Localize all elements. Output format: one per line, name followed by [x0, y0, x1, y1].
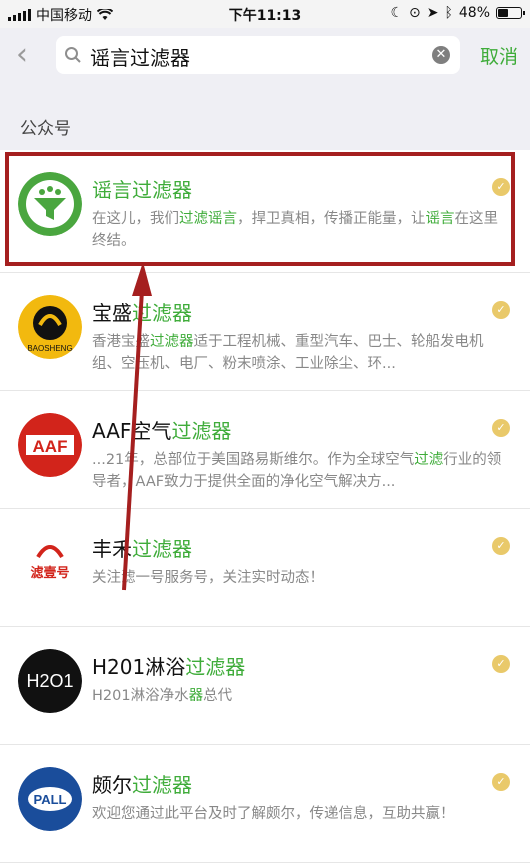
result-row[interactable]: H2O1 H201淋浴过滤器 H201淋浴净水器总代 ✓ — [0, 627, 530, 745]
pall-logo: PALL — [18, 767, 82, 831]
battery-percent: 48% — [458, 5, 490, 21]
svg-text:滤壹号: 滤壹号 — [30, 565, 69, 581]
result-name: H201淋浴过滤器 — [92, 651, 245, 680]
result-row[interactable]: AAF AAF空气过滤器 ...21年，总部位于美国路易斯维尔。作为全球空气过滤行业… — [0, 391, 530, 509]
name-prefix: H201淋浴 — [92, 655, 186, 679]
verified-icon: ✓ — [492, 178, 510, 196]
result-description: ...21年，总部位于美国路易斯维尔。作为全球空气过滤行业的领导者，AAF致力于… — [92, 452, 502, 490]
location-icon: ➤ — [426, 5, 439, 21]
result-description: 在这儿，我们过滤谣言，捍卫真相，传播正能量，让谣言在这里终结。 — [92, 211, 498, 249]
svg-text:AAF: AAF — [33, 437, 68, 456]
bluetooth-icon: ᛒ — [444, 5, 453, 21]
back-chevron-icon[interactable]: ‹ — [16, 40, 44, 70]
name-highlight: 过滤器 — [185, 655, 246, 679]
name-highlight: 过滤器 — [132, 773, 192, 797]
search-header: ‹ 谣言过滤器 ✕ 取消 — [0, 28, 530, 84]
name-highlight: 过滤器 — [132, 301, 192, 325]
result-list: 谣言过滤器 在这儿，我们过滤谣言，捍卫真相，传播正能量，让谣言在这里终结。 ✓ BAO… — [0, 150, 530, 863]
svg-text:H2O1: H2O1 — [26, 671, 73, 691]
verified-icon: ✓ — [492, 773, 510, 791]
verified-icon: ✓ — [492, 301, 510, 319]
result-row[interactable]: 滤壹号 丰禾过滤器关注滤一号服务号，关注实时动态！ ✓ — [0, 509, 530, 627]
result-row[interactable]: BAOSHENG 宝盛过滤器香港宝盛过滤器适于工程机械、重型汽车、巴士、轮船发电机… — [0, 273, 530, 391]
result-name: 谣言过滤器 — [92, 174, 192, 203]
result-description: 香港宝盛过滤器适于工程机械、重型汽车、巴士、轮船发电机组、空压机、电厂、粉末喷涂… — [92, 334, 484, 372]
result-row[interactable]: PALL 颇尔过滤器欢迎您通过此平台及时了解颇尔，传递信息，互助共赢！ ✓ — [0, 745, 530, 863]
result-description: H201淋浴净水器总代 — [92, 688, 233, 704]
name-highlight: 过滤器 — [132, 537, 192, 561]
result-description: 关注滤一号服务号，关注实时动态！ — [92, 570, 324, 586]
verified-icon: ✓ — [492, 537, 510, 555]
verified-icon: ✓ — [492, 655, 510, 673]
result-name: 颇尔过滤器 — [92, 769, 192, 798]
name-prefix: 宝盛 — [92, 301, 132, 325]
search-input[interactable]: 谣言过滤器 ✕ — [56, 36, 460, 74]
result-description: 欢迎您通过此平台及时了解颇尔，传递信息，互助共赢！ — [92, 806, 455, 822]
svg-text:BAOSHENG: BAOSHENG — [27, 344, 72, 353]
result-name: 丰禾过滤器 — [92, 533, 192, 562]
cancel-button[interactable]: 取消 — [480, 42, 518, 69]
result-name: AAF空气过滤器 — [92, 415, 231, 444]
clear-icon[interactable]: ✕ — [432, 46, 450, 64]
status-right-group: ☾ ⊙ ➤ ᛒ 48% — [390, 5, 525, 21]
search-query-text: 谣言过滤器 — [90, 46, 190, 70]
baosheng-logo: BAOSHENG — [18, 295, 82, 359]
name-highlight: 谣言过滤器 — [92, 178, 192, 202]
status-bar: 中国移动 下午11:13 ☾ ⊙ ➤ ᛒ 48% — [0, 0, 530, 28]
rotation-lock-icon: ⊙ — [409, 5, 421, 21]
rumor-filter-logo — [18, 172, 82, 236]
verified-icon: ✓ — [492, 419, 510, 437]
battery-level-fill — [498, 9, 508, 17]
name-prefix: 颇尔 — [92, 773, 132, 797]
name-prefix: 丰禾 — [92, 537, 132, 561]
h201-logo: H2O1 — [18, 649, 82, 713]
name-prefix: AAF空气 — [92, 419, 172, 443]
name-highlight: 过滤器 — [171, 419, 232, 443]
aaf-logo: AAF — [18, 413, 82, 477]
section-label: 公众号 — [20, 119, 71, 139]
result-name: 宝盛过滤器 — [92, 297, 192, 326]
moon-icon: ☾ — [390, 5, 403, 21]
battery-icon — [496, 7, 525, 19]
search-icon — [65, 47, 81, 63]
result-row[interactable]: 谣言过滤器在这儿，我们过滤谣言，捍卫真相，传播正能量，让谣言在这里终结。 ✓ — [0, 150, 530, 273]
lvyihao-logo: 滤壹号 — [18, 531, 82, 595]
svg-text:PALL: PALL — [34, 792, 67, 807]
